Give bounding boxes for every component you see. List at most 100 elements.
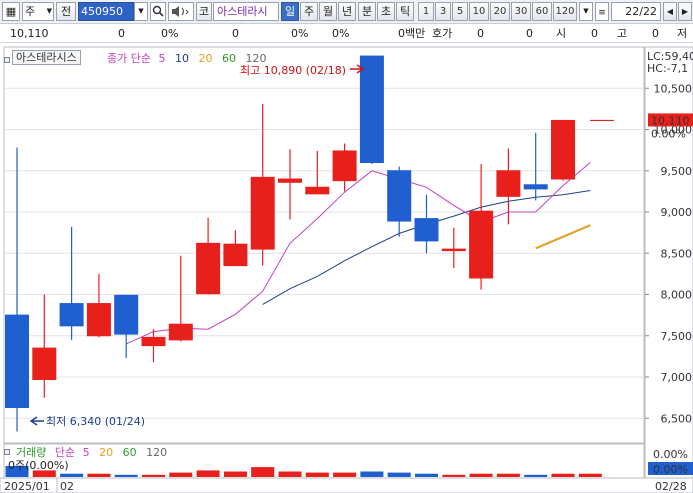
price-change-rate: 0%: [161, 27, 179, 40]
legend-ma60: 60: [222, 52, 236, 65]
interval-dropdown[interactable]: ▼: [579, 2, 593, 21]
search-button[interactable]: [150, 2, 166, 21]
volume-bar: [524, 474, 548, 477]
interval-60-button[interactable]: 60: [532, 2, 552, 21]
current-price-axis-label: 10,110: [651, 114, 690, 127]
y-tick-label: 7,500: [661, 330, 693, 343]
interval-20-button[interactable]: 20: [490, 2, 510, 21]
x-axis-label-feb: 02: [60, 480, 74, 493]
candle-body: [414, 218, 439, 242]
market-prefix-label: 코: [196, 2, 212, 21]
panel-drag-handle[interactable]: [4, 57, 10, 63]
period-month-button[interactable]: 월: [319, 2, 337, 21]
market-select[interactable]: 주 ▼: [22, 2, 54, 21]
candle-body: [359, 55, 384, 164]
period-week-button[interactable]: 주: [300, 2, 318, 21]
period-minute-button[interactable]: 분: [358, 2, 376, 21]
volume-value: 0: [232, 27, 239, 40]
interval-5-button[interactable]: 5: [452, 2, 468, 21]
interval-120-button[interactable]: 120: [553, 2, 577, 21]
volume-title: 거래량: [16, 446, 46, 459]
amount-unit: 0백만: [398, 27, 426, 40]
low-label: 저: [677, 27, 688, 40]
interval-1-button[interactable]: 1: [418, 2, 434, 21]
prev-page-button[interactable]: ◀: [663, 2, 677, 21]
search-icon: [152, 5, 164, 17]
time-axis: [0, 477, 693, 493]
chevron-left-icon: ◀: [666, 7, 674, 16]
volume-drag-handle[interactable]: [4, 449, 10, 455]
settings-button[interactable]: ≡: [595, 2, 609, 21]
chevron-down-icon: ▼: [583, 7, 589, 15]
volume-rate: 0%: [291, 27, 309, 40]
stock-chart[interactable]: 6,500 7,000 7,500 8,000 8,500 9,000 9,500 10,00…: [0, 44, 693, 493]
volume-bar: [578, 473, 602, 477]
candle-body: [86, 303, 111, 337]
candle-body: [441, 248, 466, 252]
candle-body: [32, 347, 57, 380]
y-tick-label: 9,000: [661, 206, 693, 219]
candle-body: [223, 243, 248, 267]
period-tick-button[interactable]: 틱: [396, 2, 414, 21]
legend-label: 종가 단순: [107, 52, 151, 65]
chart-type-button[interactable]: 전: [56, 2, 76, 21]
market-select-value: 주: [25, 5, 36, 18]
volume-legend-ma20: 20: [99, 446, 113, 459]
high-value: 0: [652, 27, 659, 40]
quote-info-bar: 10,110 0 0% 0 0% 0% 0백만 호가 0 0 시 0 고 0 저: [0, 25, 693, 43]
interval-10-button[interactable]: 10: [469, 2, 489, 21]
volume-bar: [469, 473, 493, 477]
bid-value: 0: [477, 27, 484, 40]
amount-rate: 0%: [332, 27, 350, 40]
x-axis-right-label: 02/28: [655, 480, 687, 493]
y-tick-label: 9,500: [661, 165, 693, 178]
stock-name-field[interactable]: 아스테라시: [213, 2, 279, 21]
candle-body: [551, 119, 575, 180]
volume-bar: [333, 472, 357, 477]
list-icon: ≡: [598, 8, 606, 18]
candle-body: [523, 184, 548, 190]
chevron-right-icon: ▶: [681, 7, 689, 16]
candle-body: [469, 210, 494, 279]
y-tick-label: 10,500: [654, 82, 693, 95]
interval-30-button[interactable]: 30: [511, 2, 531, 21]
next-page-button[interactable]: ▶: [678, 2, 692, 21]
page-counter-field[interactable]: 22/22: [611, 2, 661, 21]
stock-code-input[interactable]: 450950: [78, 2, 134, 21]
interval-3-button[interactable]: 3: [435, 2, 451, 21]
chart-canvas[interactable]: 6,5007,0007,5008,0008,5009,0009,50010,00…: [0, 44, 693, 493]
candle-body: [141, 336, 166, 347]
speaker-icon: [172, 6, 189, 17]
legend-ma5: 5: [158, 52, 165, 65]
grid-icon: ▦: [5, 5, 17, 18]
period-day-button[interactable]: 일: [281, 2, 299, 21]
indicator-title[interactable]: 아스테라시스: [12, 50, 81, 65]
volume-bar: [278, 471, 302, 477]
bid-change: 0: [526, 27, 533, 40]
y-tick-label: 6,500: [661, 412, 693, 425]
current-price: 10,110: [10, 27, 49, 40]
high-annotation: 최고 10,890 (02/18): [240, 64, 346, 77]
candle-body: [332, 150, 357, 182]
price-change: 0: [118, 27, 125, 40]
candle-body: [196, 242, 221, 295]
volume-legend-ma60: 60: [123, 446, 137, 459]
chevron-down-icon: ▼: [46, 7, 52, 15]
price-panel: [3, 46, 645, 444]
volume-bar: [251, 467, 275, 477]
y-tick-label: 7,000: [661, 371, 693, 384]
low-annotation: 최저 6,340 (01/24): [46, 415, 145, 428]
grid-menu-button[interactable]: ▦: [2, 2, 20, 21]
period-second-button[interactable]: 초: [377, 2, 395, 21]
current-rate-axis-label: 0.00%: [651, 127, 686, 140]
stock-code-dropdown[interactable]: ▼: [134, 2, 148, 21]
volume-bar: [223, 471, 247, 477]
candle-body: [278, 178, 302, 183]
candle-body: [305, 186, 330, 195]
volume-legend-ma120: 120: [146, 446, 167, 459]
candle-body: [114, 294, 139, 335]
sound-button[interactable]: [168, 2, 194, 21]
volume-bar: [415, 473, 438, 477]
period-year-button[interactable]: 년: [338, 2, 356, 21]
y-tick-label: 8,500: [661, 247, 693, 260]
